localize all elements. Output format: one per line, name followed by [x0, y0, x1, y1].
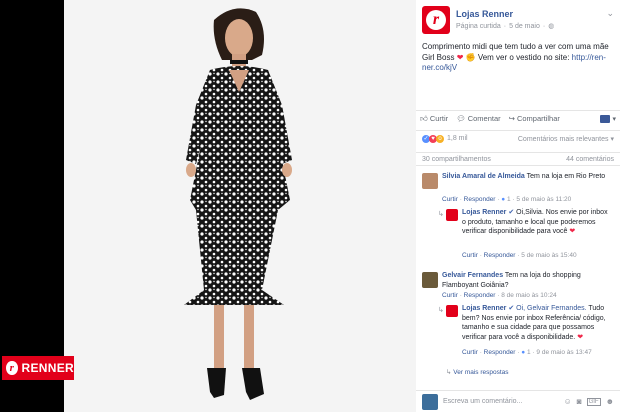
photo-panel: r RENNER	[0, 0, 416, 412]
reply-author[interactable]: Lojas Renner	[462, 209, 506, 216]
avatar	[422, 393, 438, 410]
reply-like-link[interactable]: Curtir	[462, 252, 478, 259]
reply-actions: Curtir · Responder · ● 1 · 9 de maio às …	[462, 349, 592, 356]
comment-actions: Curtir · Responder · ● 1 · 5 de maio às …	[442, 196, 572, 203]
share-audience-dropdown[interactable]: ▾	[600, 114, 616, 123]
camera-icon[interactable]: ◙	[577, 397, 582, 406]
post-options-chevron-icon[interactable]: ⌄	[606, 8, 614, 19]
verified-badge-icon: ✔	[508, 209, 515, 216]
reply-mention[interactable]: Oi, Gelvair Fernandes.	[516, 305, 586, 312]
product-photo[interactable]	[64, 0, 416, 412]
post-header: r Lojas Renner Página curtida · 5 de mai…	[416, 0, 620, 38]
comment-likes-icon: ●	[501, 196, 506, 203]
reply: ↳ Lojas Renner ✔ Oi, Gelvair Fernandes. …	[438, 305, 606, 341]
comments-list: Silvia Amaral de Almeida Tem na loja em …	[416, 170, 620, 378]
avatar[interactable]	[446, 209, 458, 221]
heart-emoji-icon: ❤	[569, 228, 576, 235]
post-text: Comprimento midi que tem tudo a ver com …	[422, 42, 609, 72]
heart-emoji-icon: ❤	[456, 52, 464, 62]
comment-input[interactable]: Escreva um comentário...	[443, 398, 559, 405]
like-button[interactable]: 👍︎ Curtir	[420, 114, 448, 124]
renner-wordmark: RENNER	[21, 361, 74, 375]
share-audience-icon	[600, 114, 611, 123]
post-side-panel: r Lojas Renner Página curtida · 5 de mai…	[416, 0, 620, 412]
comment-author[interactable]: Gelvair Fernandes	[442, 272, 503, 279]
comment-time[interactable]: 8 de maio às 10:24	[501, 292, 556, 299]
avatar[interactable]	[422, 272, 438, 288]
thumbs-up-icon: 👍︎	[420, 113, 428, 123]
comment-icon: 💬︎	[456, 114, 466, 123]
globe-icon: ◍	[548, 23, 555, 30]
avatar[interactable]	[422, 173, 438, 189]
comments-count[interactable]: 44 comentários	[566, 156, 614, 163]
comment-button[interactable]: 💬︎ Comentar	[456, 114, 500, 123]
comment-actions: Curtir · Responder · 8 de maio às 10:24	[442, 292, 557, 299]
reply-likes-icon: ●	[521, 349, 526, 356]
reply-time[interactable]: 5 de maio às 15:40	[521, 252, 576, 259]
share-button[interactable]: ↪ Compartilhar	[509, 114, 560, 123]
reply: ↳ Lojas Renner ✔ Oi,Silvia. Nos envie po…	[438, 209, 608, 235]
reactions-count[interactable]: 1,8 mil	[447, 135, 468, 142]
reply-reply-link[interactable]: Responder	[484, 349, 516, 356]
comment-reply-link[interactable]: Responder	[464, 196, 496, 203]
reply-likes-count[interactable]: 1	[527, 349, 531, 356]
wow-reaction-icon: o	[436, 134, 444, 143]
renner-r-mark: r	[6, 361, 18, 375]
reply-like-link[interactable]: Curtir	[462, 349, 478, 356]
page-avatar[interactable]: r	[422, 6, 450, 34]
comment-text: Tem na loja em Rio Preto	[526, 173, 606, 180]
comment: Silvia Amaral de Almeida Tem na loja em …	[416, 170, 620, 196]
page-liked-label: Página curtida	[456, 22, 501, 30]
muscle-emoji-icon: ✊	[465, 52, 476, 62]
reply-time[interactable]: 9 de maio às 13:47	[536, 349, 591, 356]
shares-comments-row: 30 compartilhamentos 44 comentários	[416, 152, 620, 166]
shares-count[interactable]: 30 compartilhamentos	[422, 156, 491, 163]
page-name-link[interactable]: Lojas Renner	[456, 9, 513, 19]
comment-like-link[interactable]: Curtir	[442, 196, 458, 203]
reply-author[interactable]: Lojas Renner	[462, 305, 506, 312]
renner-logo: r RENNER	[2, 356, 74, 380]
comment-time[interactable]: 5 de maio às 11:20	[516, 196, 571, 203]
gif-icon[interactable]: GIF	[586, 397, 601, 406]
reactions-row: ✓ ♥ o 1,8 mil Comentários mais relevante…	[416, 130, 620, 146]
emoji-icon[interactable]: ☺	[564, 397, 572, 406]
post-meta: Página curtida · 5 de maio · ◍	[456, 22, 555, 31]
post-date[interactable]: 5 de maio	[509, 23, 540, 30]
avatar[interactable]	[446, 305, 458, 317]
comment-like-link[interactable]: Curtir	[442, 292, 458, 299]
heart-emoji-icon: ❤	[577, 333, 584, 341]
chevron-down-icon: ▾	[612, 115, 616, 123]
more-replies-link[interactable]: ↳ Ver mais respostas	[446, 368, 620, 378]
share-icon: ↪	[508, 114, 515, 123]
comment-reply-link[interactable]: Responder	[464, 292, 496, 299]
verified-badge-icon: ✔	[508, 305, 515, 312]
comment-composer: Escreva um comentário... ☺ ◙ GIF ☻	[416, 390, 620, 412]
comment: Gelvair Fernandes Tem na loja do shoppin…	[416, 270, 620, 292]
reply-actions: Curtir · Responder · 5 de maio às 15:40	[462, 252, 577, 259]
reply-arrow-icon: ↳	[446, 369, 452, 376]
sticker-icon[interactable]: ☻	[606, 397, 614, 406]
comment-author[interactable]: Silvia Amaral de Almeida	[442, 173, 525, 180]
model-illustration	[184, 8, 292, 400]
renner-r-icon: r	[426, 10, 446, 30]
comment-likes-count[interactable]: 1	[507, 196, 511, 203]
comments-sort-dropdown[interactable]: Comentários mais relevantes ▾	[518, 135, 614, 143]
post-actions: 👍︎ Curtir 💬︎ Comentar ↪ Compartilhar ▾	[416, 110, 620, 126]
reply-reply-link[interactable]: Responder	[484, 252, 516, 259]
